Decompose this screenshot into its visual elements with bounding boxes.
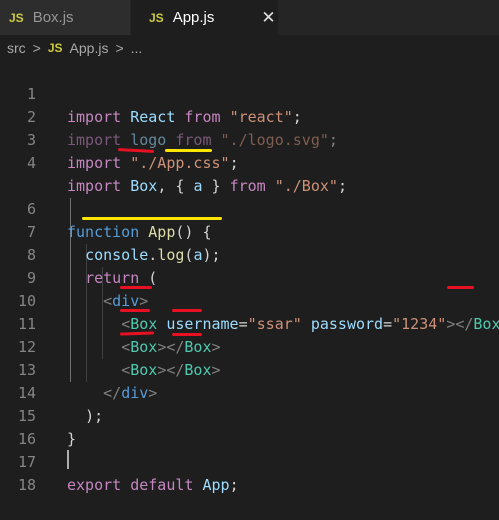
yellow-underline-annotation	[165, 149, 212, 152]
code-line: 16	[0, 405, 499, 448]
keyword: import	[67, 154, 122, 172]
chevron-right-icon: >	[32, 39, 41, 56]
breadcrumb-folder[interactable]: src	[7, 40, 26, 56]
keyword: export	[67, 476, 122, 494]
red-underline-annotation	[447, 286, 474, 289]
code-line: 12 <Box></Box>	[0, 313, 499, 379]
text-cursor	[67, 450, 69, 469]
breadcrumb: src > JS App.js > ...	[0, 35, 499, 60]
line-number: 4	[26, 154, 36, 172]
code-line: 8 return (	[0, 221, 499, 287]
code-editor[interactable]: 1 import React from "react"; 2 import lo…	[0, 60, 499, 494]
yellow-underline-annotation	[82, 217, 222, 220]
tab-box-js[interactable]: JS Box.js	[0, 0, 131, 35]
line-number: 18	[17, 476, 36, 494]
tab-bar: JS Box.js JS App.js ✕	[0, 0, 499, 35]
string-literal: "./App.css"	[130, 154, 230, 172]
red-underline-annotation	[172, 309, 202, 312]
punctuation: ;	[229, 154, 239, 172]
code-line: 2 import logo from "./logo.svg";	[0, 83, 499, 149]
keyword: default	[130, 476, 194, 494]
code-line: 1 import React from "react";	[0, 60, 499, 126]
code-line: 17 export default App;	[0, 428, 499, 494]
red-underline-annotation	[120, 286, 152, 289]
code-line: 9 <div>	[0, 244, 499, 310]
code-line: 13 </div>	[0, 336, 499, 402]
code-line: 14 );	[0, 359, 499, 425]
tab-label: Box.js	[32, 9, 74, 26]
punctuation: ;	[229, 476, 239, 494]
code-line: 4 import Box, { a } from "./Box";	[0, 129, 499, 195]
tab-label: App.js	[172, 9, 215, 26]
chevron-right-icon: >	[115, 39, 124, 56]
javascript-file-icon: JS	[9, 10, 24, 25]
code-line: 7 console.log(a);	[0, 198, 499, 264]
code-line: 3 import "./App.css";	[0, 106, 499, 172]
tab-app-js[interactable]: JS App.js ✕	[131, 0, 278, 35]
identifier: App	[202, 476, 230, 494]
breadcrumb-file[interactable]: App.js	[70, 40, 109, 56]
code-line: 6 function App() {	[0, 175, 499, 241]
code-line: 15 }	[0, 382, 499, 448]
code-line: 10 <Box username="ssar" password="1234">…	[0, 267, 499, 333]
breadcrumb-symbols[interactable]: ...	[131, 40, 143, 56]
javascript-file-icon: JS	[47, 40, 63, 55]
red-underline-annotation	[120, 309, 150, 312]
close-icon[interactable]: ✕	[261, 8, 275, 28]
code-line: 11 <Box></Box>	[0, 290, 499, 356]
javascript-file-icon: JS	[149, 10, 164, 25]
